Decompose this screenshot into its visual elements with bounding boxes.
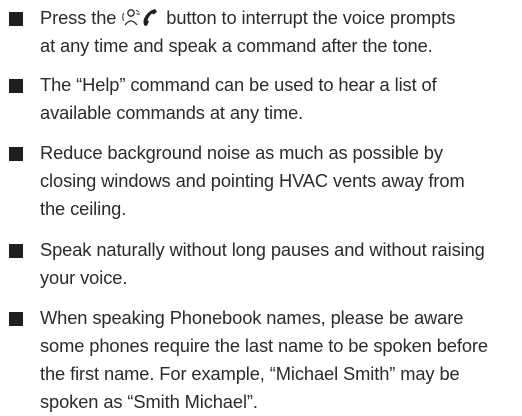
tip-line: Press the button to interrupt the voice … — [40, 4, 520, 32]
tip-line: The “Help” command can be used to hear a… — [40, 74, 437, 95]
tip-text: Press the button to interrupt the voice … — [40, 4, 520, 60]
tip-text-segment: button to interrupt the voice prompts — [161, 7, 456, 28]
tip-line: at any time and speak a command after th… — [40, 35, 433, 56]
tip-text: Reduce background noise as much as possi… — [40, 139, 520, 223]
tip-line: When speaking Phonebook names, please be… — [40, 307, 464, 328]
phone-icon — [143, 9, 158, 26]
tip-line: some phones require the last name to be … — [40, 335, 488, 356]
tip-line: closing windows and pointing HVAC vents … — [40, 170, 465, 191]
bullet-square — [9, 12, 23, 26]
bullet-square — [9, 79, 23, 93]
tip-line: Speak naturally without long pauses and … — [40, 239, 485, 260]
bullet-square — [9, 147, 23, 161]
tip-line: Reduce background noise as much as possi… — [40, 142, 443, 163]
tip-line: the first name. For example, “Michael Sm… — [40, 363, 460, 384]
tip-line: your voice. — [40, 267, 128, 288]
bullet-square — [9, 244, 23, 258]
bullet-square — [9, 312, 23, 326]
tip-line: spoken as “Smith Michael”. — [40, 391, 258, 412]
voice-command-icon — [122, 9, 141, 26]
tip-line: available commands at any time. — [40, 102, 304, 123]
tip-text: Speak naturally without long pauses and … — [40, 236, 520, 292]
tip-text: The “Help” command can be used to hear a… — [40, 71, 520, 127]
tip-line: the ceiling. — [40, 198, 127, 219]
tip-text: When speaking Phonebook names, please be… — [40, 304, 520, 416]
tip-text-segment: Press the — [40, 7, 122, 28]
